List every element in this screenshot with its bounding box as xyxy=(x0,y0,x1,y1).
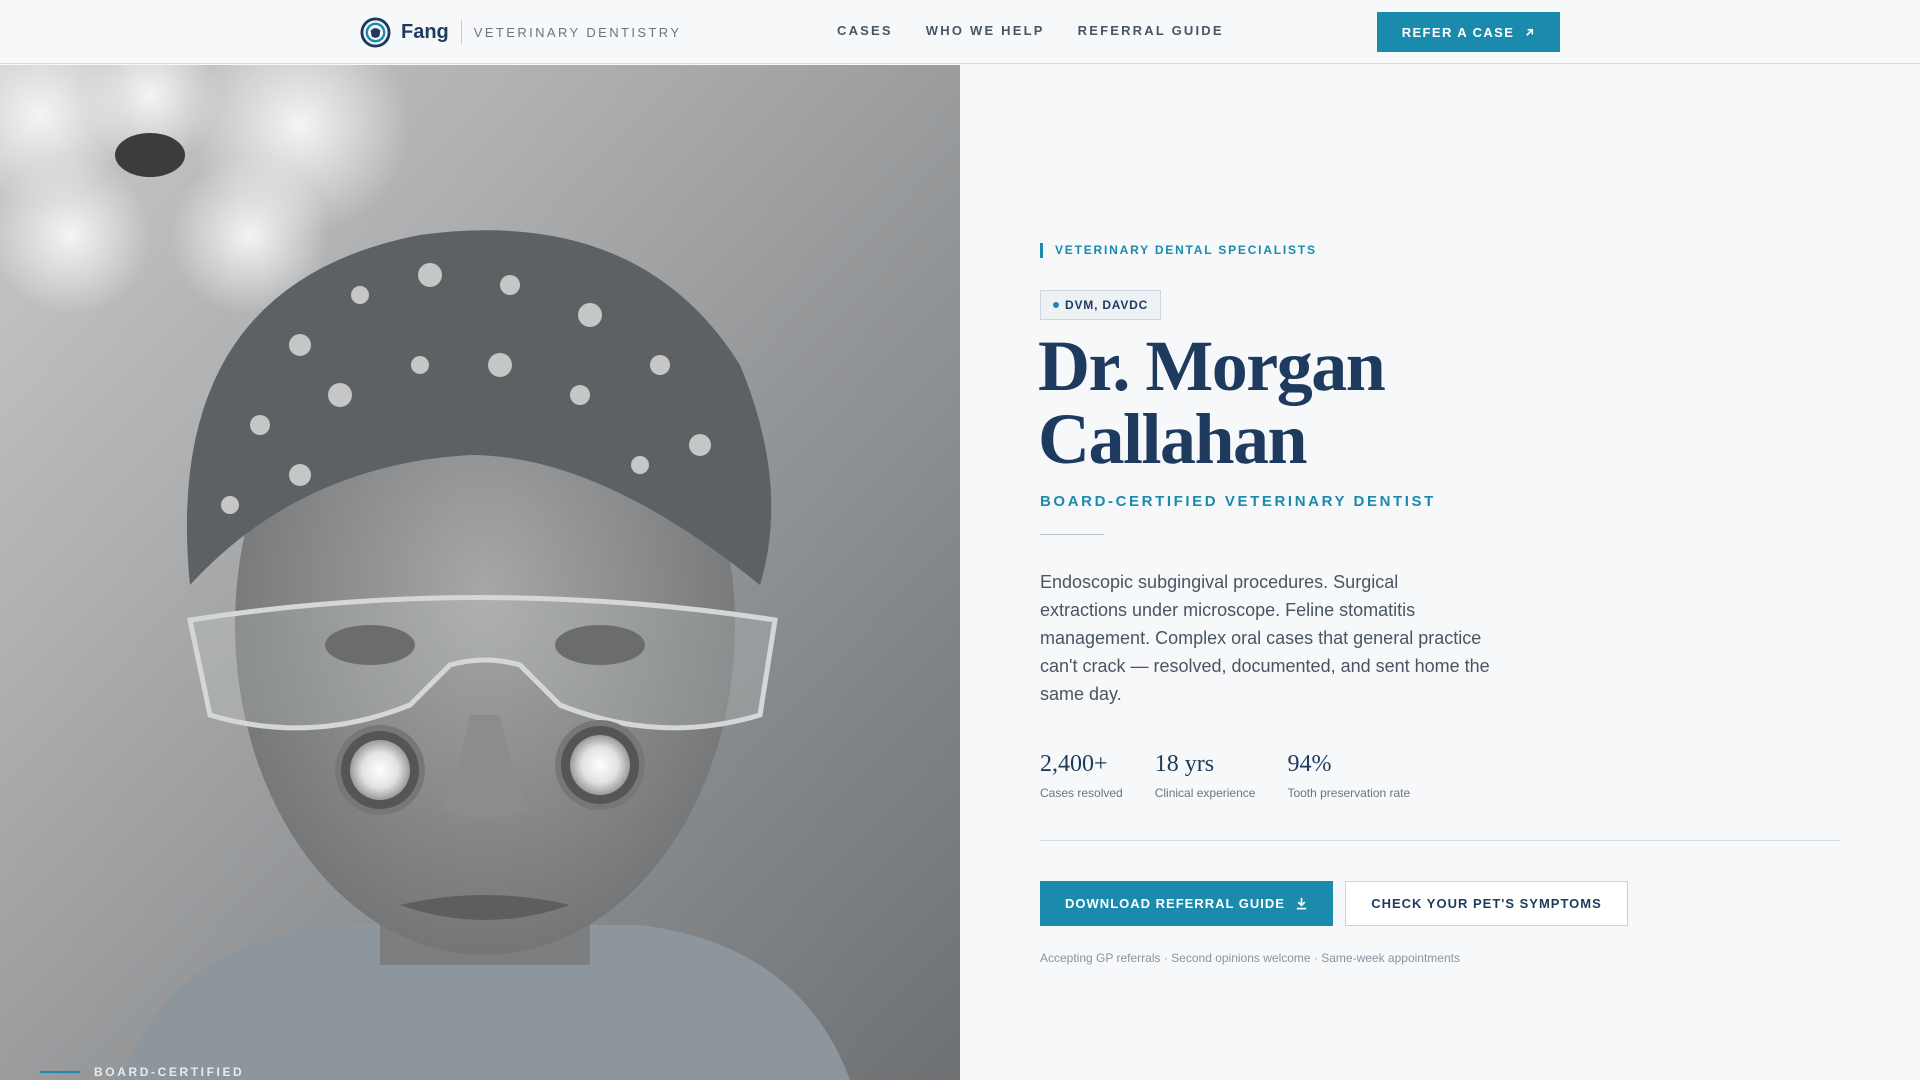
check-symptoms-button[interactable]: CHECK YOUR PET'S SYMPTOMS xyxy=(1345,881,1628,926)
doctor-name-line1: Dr. Morgan xyxy=(1038,326,1386,406)
stat-preservation: 94% Tooth preservation rate xyxy=(1287,750,1410,800)
role-divider xyxy=(1040,534,1104,535)
brand-divider xyxy=(460,20,462,44)
doctor-description: Endoscopic subgingival procedures. Surgi… xyxy=(1040,572,1490,704)
arrow-up-right-icon xyxy=(1526,28,1534,36)
brand[interactable]: Fang VETERINARY DENTISTRY xyxy=(360,16,681,48)
eyebrow-label: VETERINARY DENTAL SPECIALISTS xyxy=(1040,243,1317,258)
download-button-label: DOWNLOAD REFERRAL GUIDE xyxy=(1065,896,1285,911)
tooth-ring-logo-icon xyxy=(360,16,391,48)
stat-cases: 2,400+ Cases resolved xyxy=(1040,750,1123,800)
refer-a-case-label: REFER A CASE xyxy=(1401,24,1515,40)
section-divider xyxy=(1040,840,1840,841)
stats-row: 2,400+ Cases resolved 18 yrs Clinical ex… xyxy=(1040,750,1442,800)
stat-value: 94% xyxy=(1287,751,1332,777)
brand-name: Fang xyxy=(401,20,449,43)
nav-referral-guide[interactable]: REFERRAL GUIDE xyxy=(1078,23,1224,38)
stat-label: Clinical experience xyxy=(1154,786,1256,800)
stat-label: Cases resolved xyxy=(1040,786,1123,800)
photo-caption: BOARD-CERTIFIED xyxy=(40,1065,244,1079)
surgeon-portrait-image xyxy=(0,65,960,1080)
credentials-badge: DVM, DAVDC xyxy=(1040,290,1162,320)
caption-line xyxy=(40,1071,80,1073)
hero-photo xyxy=(0,65,960,1080)
nav-cases[interactable]: CASES xyxy=(837,23,893,38)
doctor-name: Dr. Morgan Callahan xyxy=(1038,330,1538,476)
availability-note: Accepting GP referrals · Second opinions… xyxy=(1040,951,1460,965)
main-nav: CASES WHO WE HELP REFERRAL GUIDE xyxy=(837,23,1224,38)
stat-experience: 18 yrs Clinical experience xyxy=(1155,750,1256,800)
doctor-name-line2: Callahan xyxy=(1038,399,1308,479)
brand-tagline: VETERINARY DENTISTRY xyxy=(473,24,682,40)
nav-who-we-help[interactable]: WHO WE HELP xyxy=(926,23,1045,38)
stat-label: Tooth preservation rate xyxy=(1287,786,1411,800)
download-referral-guide-button[interactable]: DOWNLOAD REFERRAL GUIDE xyxy=(1040,881,1333,926)
download-icon xyxy=(1296,897,1307,910)
photo-caption-label: BOARD-CERTIFIED xyxy=(94,1065,245,1079)
refer-a-case-button[interactable]: REFER A CASE xyxy=(1377,12,1560,52)
credentials-text: DVM, DAVDC xyxy=(1065,298,1149,312)
site-header: Fang VETERINARY DENTISTRY CASES WHO WE H… xyxy=(0,0,1920,64)
stat-value: 18 yrs xyxy=(1154,751,1215,777)
doctor-role: BOARD-CERTIFIED VETERINARY DENTIST xyxy=(1040,493,1436,510)
stat-value: 2,400+ xyxy=(1040,751,1108,777)
check-symptoms-label: CHECK YOUR PET'S SYMPTOMS xyxy=(1371,896,1602,911)
badge-dot xyxy=(1053,302,1059,308)
